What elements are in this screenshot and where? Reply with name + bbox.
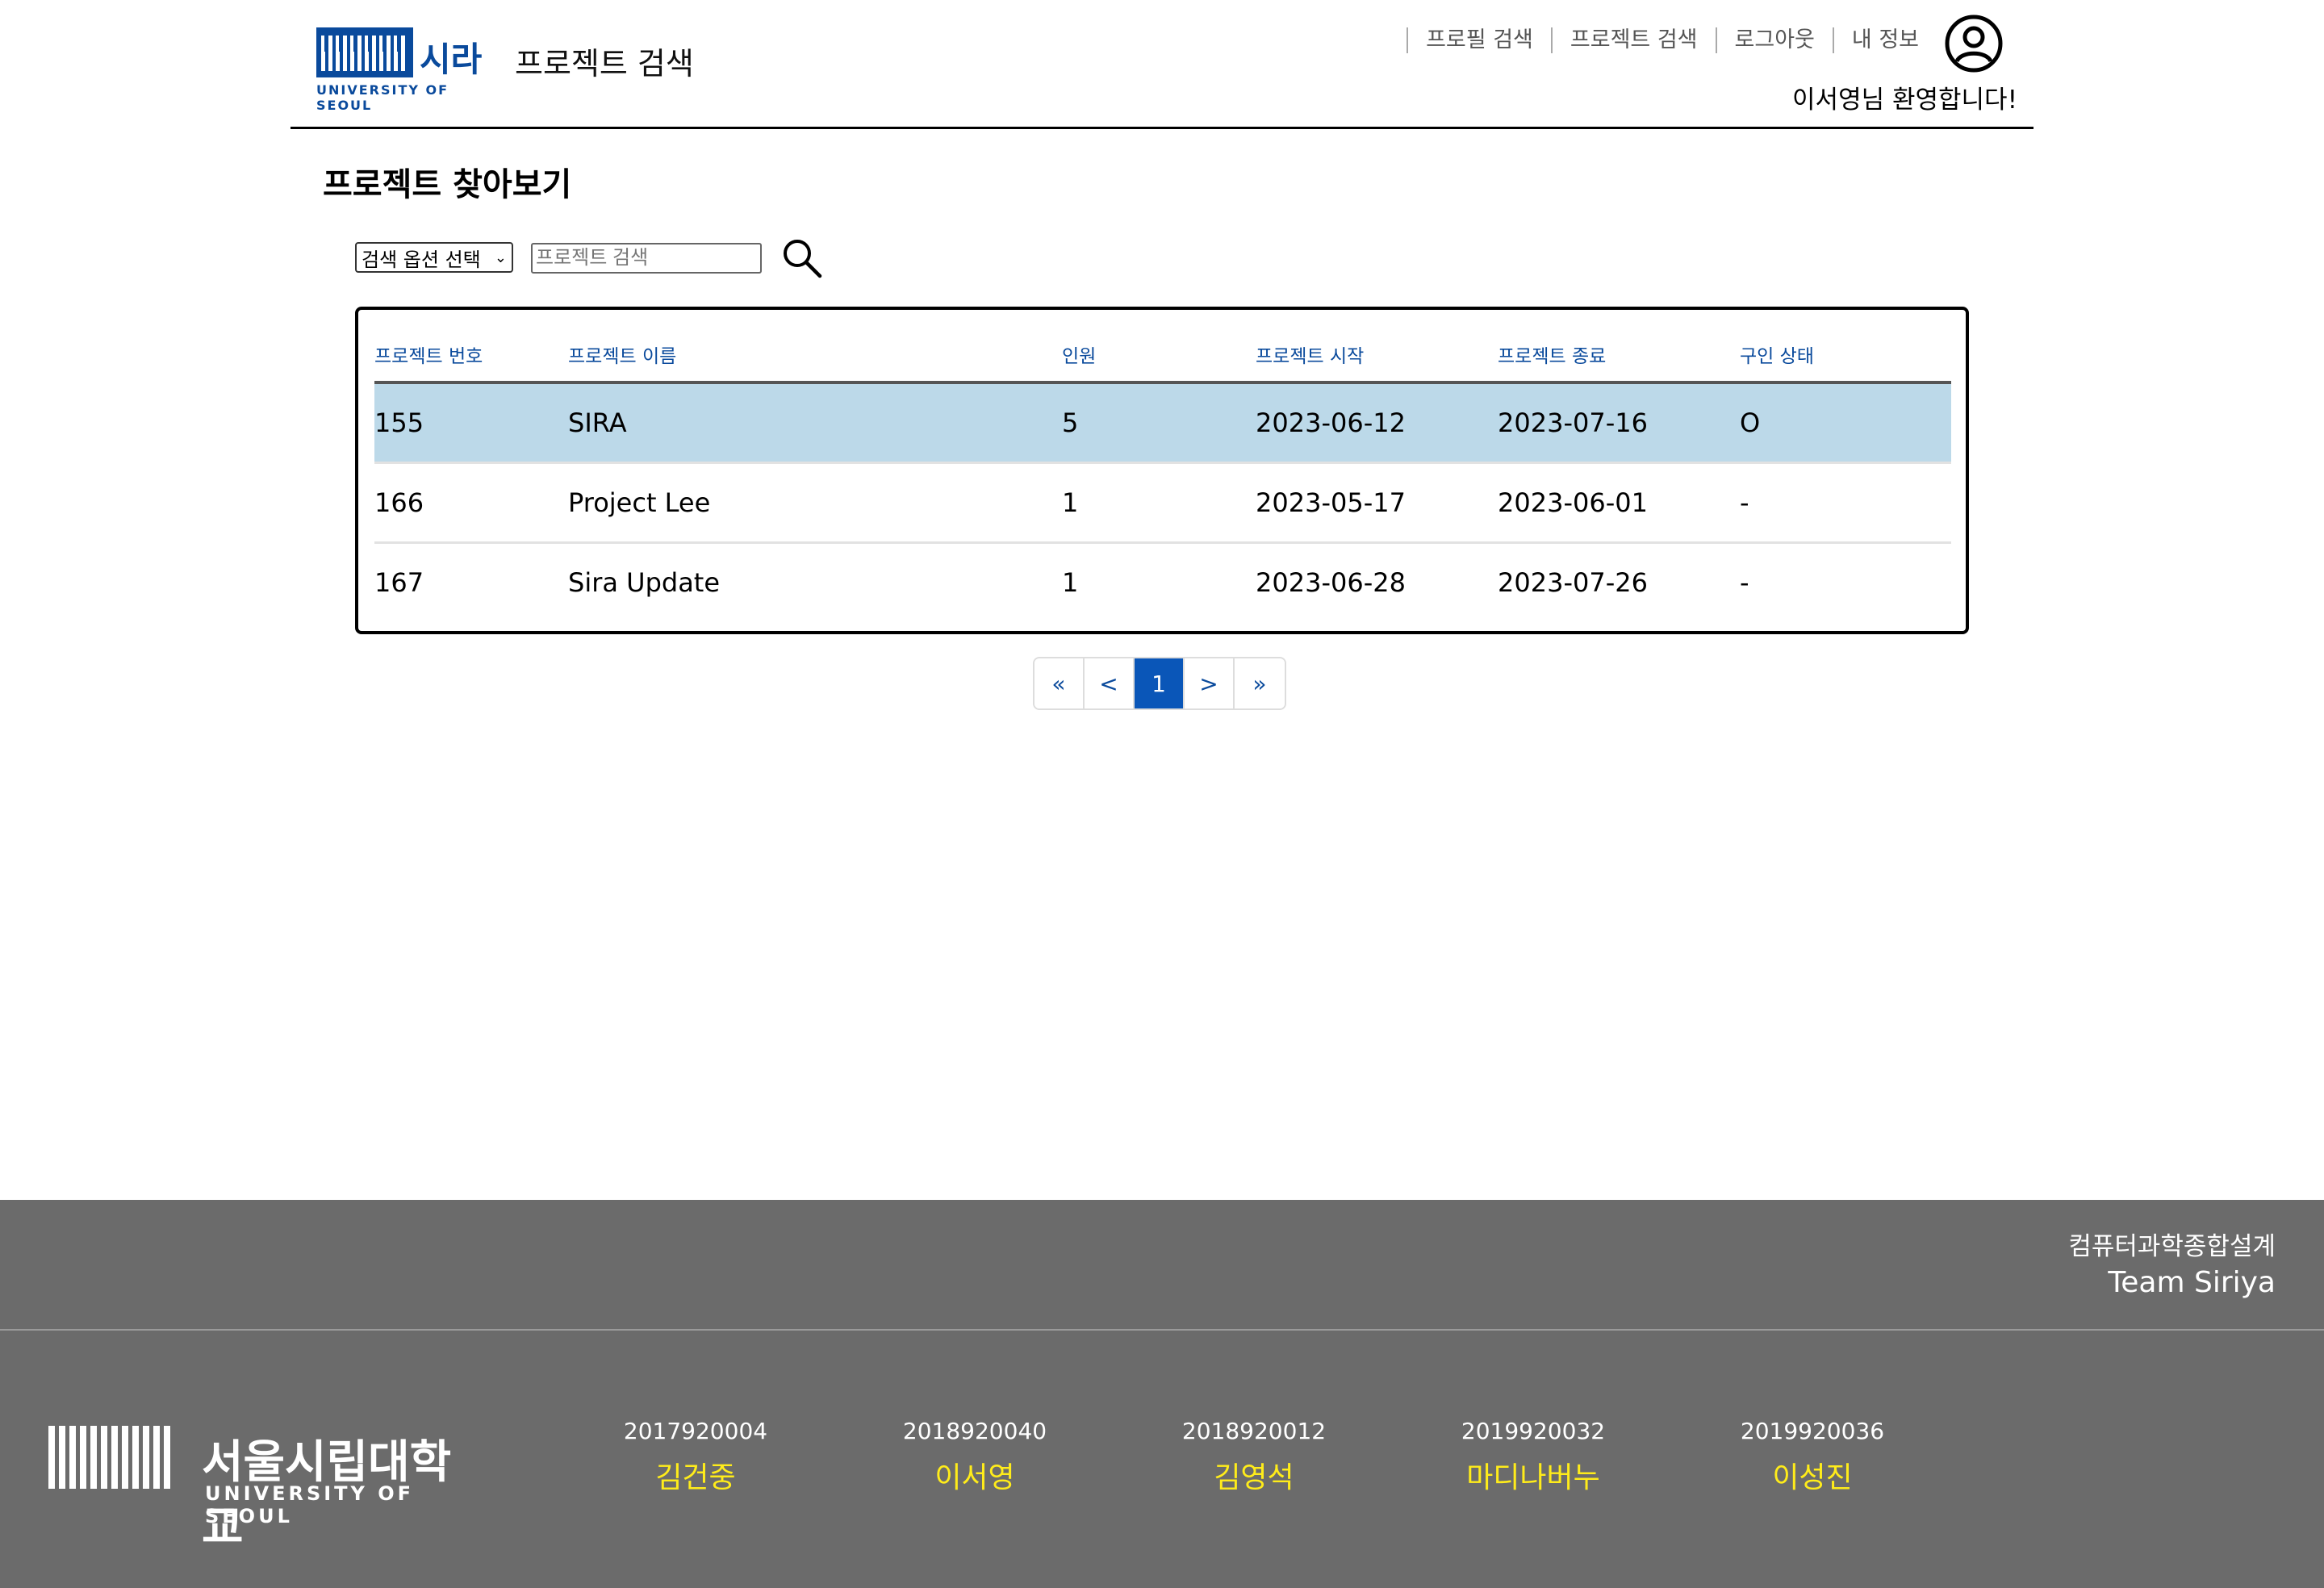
member-name: 이성진 [1772, 1461, 1853, 1494]
cell-start-date: 2023-06-28 [1256, 567, 1406, 598]
col-start-date[interactable]: 프로젝트 시작 [1256, 341, 1364, 368]
nav-my-info[interactable]: 내 정보 [1834, 24, 1937, 56]
member-name: 김영석 [1214, 1461, 1294, 1494]
pagination: « < 1 > » [1033, 657, 1286, 710]
cell-members: 1 [1062, 567, 1079, 598]
member-name: 김건중 [655, 1461, 736, 1494]
cell-project-number: 167 [374, 567, 424, 598]
member-name: 마디나버누 [1466, 1461, 1600, 1494]
member-name: 이서영 [934, 1461, 1015, 1494]
cell-end-date: 2023-06-01 [1498, 487, 1648, 518]
piano-keys-logo-icon [48, 1426, 170, 1489]
cell-recruit-status: O [1740, 407, 1761, 438]
logo-wordmark: 시라 [420, 40, 483, 79]
course-name: 컴퓨터과학종합설계 [2068, 1232, 2276, 1261]
logo-subtitle: UNIVERSITY OF SEOUL [316, 82, 449, 113]
table-row[interactable]: 167 Sira Update 1 2023-06-28 2023-07-26 … [374, 544, 1951, 621]
cell-end-date: 2023-07-16 [1498, 407, 1648, 438]
col-end-date[interactable]: 프로젝트 종료 [1498, 341, 1606, 368]
cell-end-date: 2023-07-26 [1498, 567, 1648, 598]
team-member: 2018920012 김영석 [1165, 1418, 1343, 1496]
page-heading: 프로젝트 찾아보기 [323, 166, 572, 203]
cell-project-number: 155 [374, 407, 424, 438]
search-button[interactable] [780, 236, 825, 281]
nav-logout[interactable]: 로그아웃 [1717, 24, 1833, 56]
page-next-button[interactable]: > [1185, 658, 1235, 708]
member-student-id: 2019920032 [1461, 1418, 1606, 1444]
team-name: Team Siriya [2108, 1266, 2276, 1299]
footer-logo-subtitle: UNIVERSITY OF SEOUL [205, 1482, 415, 1527]
nav-profile-search[interactable]: 프로필 검색 [1408, 24, 1551, 56]
col-recruit-status[interactable]: 구인 상태 [1740, 341, 1814, 368]
search-option-select[interactable]: 검색 옵션 선택 ⌄ [355, 242, 513, 273]
cell-recruit-status: - [1740, 567, 1749, 598]
project-table: 프로젝트 번호 프로젝트 이름 인원 프로젝트 시작 프로젝트 종료 구인 상태… [355, 307, 1969, 634]
nav-project-search[interactable]: 프로젝트 검색 [1553, 24, 1716, 56]
member-student-id: 2018920012 [1181, 1418, 1327, 1444]
member-student-id: 2019920036 [1740, 1418, 1885, 1444]
table-row[interactable]: 166 Project Lee 1 2023-05-17 2023-06-01 … [374, 464, 1951, 541]
cell-project-name: SIRA [568, 407, 627, 438]
member-student-id: 2017920004 [623, 1418, 768, 1444]
team-member: 2019920032 마디나버누 [1444, 1418, 1622, 1496]
col-project-number[interactable]: 프로젝트 번호 [374, 341, 483, 368]
cell-recruit-status: - [1740, 487, 1749, 518]
welcome-message: 이서영님 환영합니다! [1792, 86, 2017, 115]
team-member: 2019920036 이성진 [1724, 1418, 1901, 1496]
col-project-name[interactable]: 프로젝트 이름 [568, 341, 676, 368]
project-search-input[interactable] [531, 243, 762, 274]
profile-button[interactable] [1943, 13, 2004, 74]
page-last-button[interactable]: » [1235, 658, 1285, 708]
site-header: 시라 UNIVERSITY OF SEOUL 프로젝트 검색 프로필 검색 프로… [290, 0, 2034, 129]
team-member: 2018920040 이서영 [886, 1418, 1064, 1496]
cell-start-date: 2023-06-12 [1256, 407, 1406, 438]
cell-project-name: Project Lee [568, 487, 711, 518]
search-option-label: 검색 옵션 선택 [362, 248, 481, 271]
footer-university-logo: 서울시립대학교 UNIVERSITY OF SEOUL [47, 1426, 466, 1554]
cell-members: 1 [1062, 487, 1079, 518]
cell-members: 5 [1062, 407, 1079, 438]
search-icon [784, 240, 822, 278]
team-member: 2017920004 김건중 [607, 1418, 784, 1496]
page-prev-button[interactable]: < [1085, 658, 1135, 708]
footer-divider [0, 1329, 2324, 1331]
chevron-down-icon: ⌄ [494, 249, 507, 266]
university-logo[interactable]: 시라 UNIVERSITY OF SEOUL [316, 27, 502, 113]
table-row[interactable]: 155 SIRA 5 2023-06-12 2023-07-16 O [374, 384, 1951, 462]
page-number-button[interactable]: 1 [1135, 658, 1185, 708]
cell-project-name: Sira Update [568, 567, 721, 598]
site-footer: 컴퓨터과학종합설계 Team Siriya 서울시립대학교 UNIVERSITY… [0, 1200, 2324, 1588]
cell-project-number: 166 [374, 487, 424, 518]
piano-keys-logo-icon [316, 27, 413, 77]
top-nav: 프로필 검색 프로젝트 검색 로그아웃 내 정보 [1407, 24, 1937, 56]
col-members[interactable]: 인원 [1062, 341, 1096, 368]
site-title: 프로젝트 검색 [515, 46, 694, 81]
cell-start-date: 2023-05-17 [1256, 487, 1406, 518]
member-student-id: 2018920040 [902, 1418, 1047, 1444]
page-first-button[interactable]: « [1035, 658, 1085, 708]
table-header: 프로젝트 번호 프로젝트 이름 인원 프로젝트 시작 프로젝트 종료 구인 상태 [374, 341, 1951, 384]
user-avatar-icon [1945, 15, 2003, 73]
